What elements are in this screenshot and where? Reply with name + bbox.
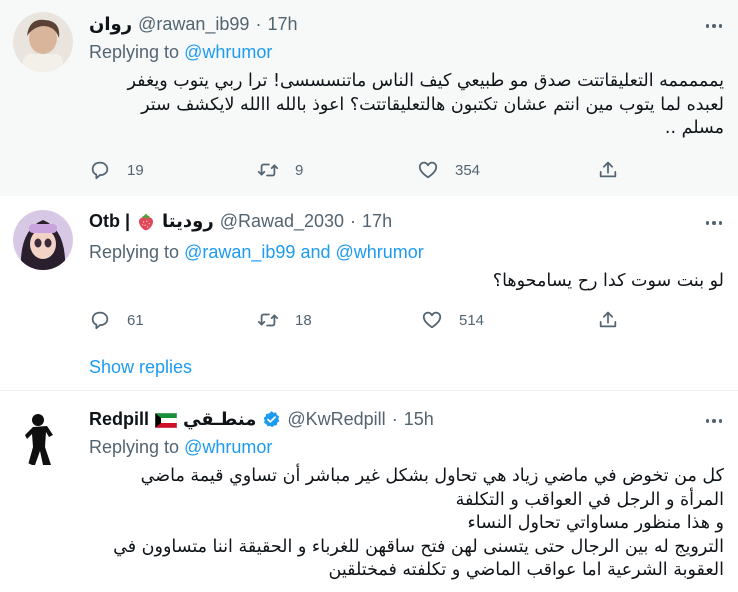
text-line: كل من تخوض في ماضي زياد هي تحاول بشكل غي… (140, 466, 724, 486)
retweet-icon (257, 163, 279, 177)
tweet-text: لو بنت سوت كدا رح يسامحوها؟ (89, 270, 724, 294)
text-line: يمممممه التعليقاتتت صدق مو طبيعي كيف الن… (127, 71, 724, 91)
tweet-header: Redpill منطـقي @KwRedpill · 15h (89, 409, 434, 430)
avatar[interactable] (13, 12, 73, 72)
text-line: مسلم .. (664, 118, 724, 138)
reply-button[interactable]: 19 (89, 158, 144, 182)
kuwait-flag-icon (154, 412, 178, 429)
replying-to-label: Replying to (89, 437, 180, 457)
timestamp[interactable]: 17h (362, 211, 392, 232)
separator-dot: · (350, 211, 357, 231)
more-options-icon[interactable] (704, 411, 724, 431)
like-button[interactable]: 514 (421, 308, 484, 332)
display-name[interactable]: Redpill منطـقي (89, 409, 281, 430)
tweet-2[interactable]: Otb | روديتا @Rawad_2030 · 17h Replying … (0, 197, 738, 387)
reply-icon (91, 161, 109, 180)
replying-to: Replying to @whrumor (89, 437, 272, 458)
retweet-button[interactable]: 18 (257, 308, 312, 332)
heart-icon (418, 161, 438, 179)
user-handle[interactable]: @rawan_ib99 (138, 14, 249, 35)
tweet-3[interactable]: Redpill منطـقي @KwRedpill · 15h Replying… (0, 391, 738, 592)
timestamp[interactable]: 15h (404, 409, 434, 430)
like-count: 514 (459, 311, 485, 329)
mention-link[interactable]: @whrumor (184, 437, 272, 457)
text-line: المرأة و الرجل في العواقب و التكلفة (455, 489, 724, 510)
show-replies-link[interactable]: Show replies (89, 357, 192, 378)
replying-to-label: Replying to (89, 242, 180, 262)
tweet-text: يمممممه التعليقاتتت صدق مو طبيعي كيف الن… (89, 70, 724, 141)
tweet-1[interactable]: روان @rawan_ib99 · 17h Replying to @whru… (0, 0, 738, 196)
share-button[interactable] (597, 308, 619, 332)
display-name[interactable]: روان (89, 14, 132, 35)
separator-dot: · (255, 14, 262, 34)
display-name-latin: Otb | (89, 211, 131, 231)
reply-icon (91, 311, 109, 330)
tweet-header: روان @rawan_ib99 · 17h (89, 14, 297, 35)
avatar[interactable] (13, 210, 73, 270)
share-button[interactable] (597, 158, 619, 182)
display-name-arabic: روديتا (162, 211, 214, 231)
reply-count: 19 (127, 161, 144, 179)
text-line: الترويج له بين الرجال حتى يتسنى لهن فتح … (113, 536, 724, 557)
mention-link[interactable]: @rawan_ib99 (184, 242, 295, 262)
more-options-icon[interactable] (704, 213, 724, 233)
retweet-count: 18 (295, 311, 312, 329)
more-options-icon[interactable] (704, 16, 724, 36)
share-icon (599, 161, 617, 178)
strawberry-emoji-icon (138, 213, 154, 230)
text-line: و هذا منظور مساواتي تحاول النساء (467, 513, 724, 533)
like-count: 354 (455, 161, 481, 179)
display-name[interactable]: Otb | روديتا (89, 211, 214, 232)
verified-badge-icon (264, 411, 280, 428)
avatar[interactable] (13, 407, 73, 467)
timestamp[interactable]: 17h (267, 14, 297, 35)
reply-count: 61 (127, 311, 144, 329)
user-handle[interactable]: @Rawad_2030 (220, 211, 344, 232)
display-name-latin: Redpill (89, 409, 150, 429)
text-line: لو بنت سوت كدا رح يسامحوها؟ (492, 271, 724, 291)
separator-dot: · (391, 409, 398, 429)
retweet-count: 9 (295, 161, 304, 179)
tweet-header: Otb | روديتا @Rawad_2030 · 17h (89, 211, 392, 232)
reply-button[interactable]: 61 (89, 308, 144, 332)
tweet-text: كل من تخوض في ماضي زياد هي تحاول بشكل غي… (89, 465, 724, 583)
mention-link[interactable]: @whrumor (336, 242, 424, 262)
display-name-arabic: منطـقي (183, 409, 257, 429)
avatar-image (13, 12, 73, 72)
retweet-icon (257, 313, 279, 327)
avatar-image (13, 210, 73, 270)
text-line: العقوبة الشرعية اما عواقب الماضي و تكلفت… (328, 560, 724, 580)
user-handle[interactable]: @KwRedpill (287, 409, 385, 430)
text-line: لعبده لما يتوب مين انتم عشان تكتبون هالت… (141, 94, 724, 115)
avatar-image (13, 407, 73, 467)
replying-to: Replying to @whrumor (89, 42, 272, 63)
retweet-button[interactable]: 9 (257, 158, 303, 182)
and-label: and (300, 242, 331, 262)
replying-to: Replying to @rawan_ib99 and @whrumor (89, 242, 424, 263)
mention-link[interactable]: @whrumor (184, 42, 272, 62)
heart-icon (422, 311, 442, 329)
replying-to-label: Replying to (89, 42, 180, 62)
like-button[interactable]: 354 (417, 158, 480, 182)
share-icon (599, 311, 617, 328)
